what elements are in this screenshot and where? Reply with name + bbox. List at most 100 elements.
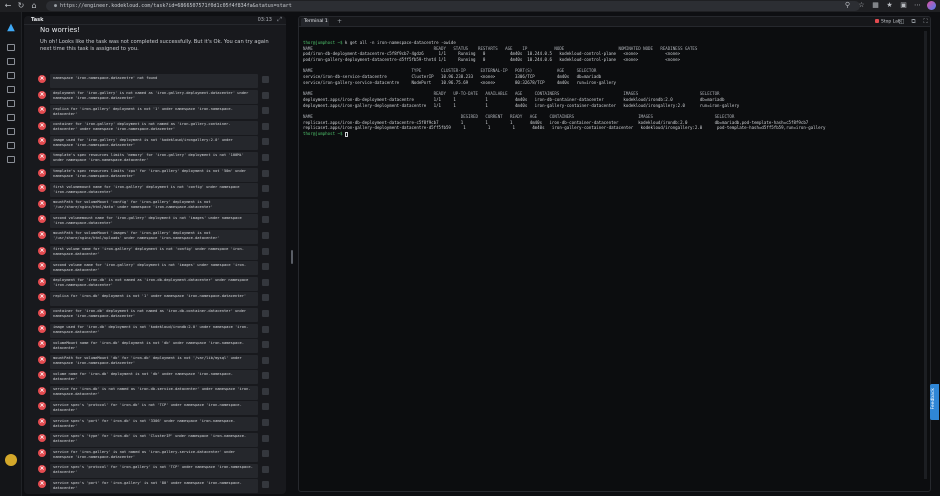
copy-icon[interactable] [262,325,269,333]
copy-icon[interactable] [262,465,269,473]
error-item: × first volume name for 'iron-gallery' de… [38,245,286,262]
user-avatar[interactable] [5,454,17,466]
error-item: × volume name for 'iron-db' deployment is… [38,370,286,386]
terminal-text: deployment.apps/iron-db-deployment-datac… [303,96,725,102]
docs-icon[interactable] [7,142,15,149]
copy-icon[interactable] [262,372,269,380]
error-item: × mountPath for volumeMount 'images' for … [38,229,286,246]
list-icon[interactable] [7,100,15,107]
error-item: × template's spec resources limits 'cpu' … [38,167,286,184]
copy-icon[interactable] [262,138,269,146]
help-icon[interactable] [7,128,15,135]
copy-icon[interactable] [262,247,269,255]
menu-icon[interactable]: ⋯ [913,1,922,10]
bookmark-star-icon[interactable]: ☆ [857,1,866,10]
collections-icon[interactable]: ▣ [899,1,908,10]
reload-icon[interactable]: ↻ [16,1,26,11]
error-icon: × [38,355,46,364]
error-text: template's spec resources limits 'cpu' f… [50,167,258,182]
extensions-icon[interactable]: ▦ [871,1,880,10]
chart-icon[interactable] [7,114,15,121]
copy-icon[interactable] [262,107,269,115]
copy-icon[interactable] [262,356,269,364]
copy-icon[interactable] [262,216,269,224]
error-item: × service for 'iron-gallery' is not named… [38,448,286,464]
popout-icon[interactable]: ⧉ [910,18,917,25]
error-icon: × [38,293,46,302]
error-text: mountPath for volumeMount 'config' for '… [50,198,258,213]
error-icon: × [38,137,46,146]
home-icon[interactable] [7,44,15,51]
copy-icon[interactable] [262,309,269,317]
kodekloud-logo[interactable]: ▲ [4,22,18,34]
error-text: replica for 'iron-gallery' deployment is… [50,105,258,120]
copy-icon[interactable] [262,200,269,208]
task-panel-header: Task 03:13 ⤢ [24,16,286,25]
calendar-icon[interactable] [7,86,15,93]
terminal-actions: ◫ ⧉ ⛶ [898,18,929,25]
error-item: × mountPath for volumeMount 'config' for … [38,198,286,215]
error-item: × deployment for 'iron-gallery' is not na… [38,89,286,106]
home-icon[interactable]: ⌂ [29,1,39,11]
tab-terminal-1[interactable]: Terminal 1 [301,18,329,26]
split-icon[interactable]: ◫ [898,18,905,25]
error-item: × service spec's 'protocol' for 'iron-db'… [38,401,286,417]
error-item: × service spec's 'type' for 'iron-db' is … [38,432,286,449]
copy-icon[interactable] [262,419,269,427]
profile-avatar[interactable] [927,1,936,10]
bulb-icon[interactable] [7,72,15,79]
copy-icon[interactable] [262,76,269,83]
expand-icon[interactable]: ⤢ [277,16,282,24]
error-icon: × [38,402,46,411]
error-icon: × [38,106,46,115]
copy-icon[interactable] [262,403,269,411]
error-text: container for 'iron-db' deployment is no… [50,307,258,322]
terminal-text: replicaset.apps/iron-db-deployment-datac… [303,119,809,125]
terminal-output[interactable]: thor@jumphost ~$ k get all -n iron-names… [303,40,923,137]
copy-icon[interactable] [262,122,269,130]
copy-icon[interactable] [262,294,269,302]
copy-icon[interactable] [262,231,269,239]
zoom-icon[interactable]: ⚲ [843,1,852,10]
error-text: mountPath for volumeMount 'db' for 'iron… [50,354,258,369]
copy-icon[interactable] [262,434,269,442]
terminal-scrollbar[interactable] [924,31,927,479]
copy-icon[interactable] [262,169,269,177]
copy-icon[interactable] [262,153,269,161]
copy-icon[interactable] [262,387,269,395]
error-icon: × [38,199,46,208]
error-icon: × [38,464,46,473]
panel-resize-handle[interactable] [291,250,293,264]
error-item: × service spec's 'port' for 'iron-db' is … [38,417,286,433]
copy-icon[interactable] [262,450,269,458]
error-text: namespace 'iron-namespace-datacentre' no… [50,74,258,88]
address-bar[interactable]: ● https://engineer.kodekloud.com/task?id=… [46,1,860,11]
tasks-icon[interactable] [7,58,15,65]
stop-lab-button[interactable]: Stop Lab [875,19,901,25]
error-text: second volumemount name for 'iron-galler… [50,214,258,229]
feedback-button[interactable]: Feedback [930,384,939,420]
copy-icon[interactable] [262,263,269,271]
error-item: × container for 'iron-db' deployment is n… [38,307,286,324]
error-item: × service spec's 'port' for 'iron-gallery… [38,479,286,494]
error-item: × second volumemount name for 'iron-galle… [38,214,286,230]
back-icon[interactable]: ← [3,1,13,11]
copy-icon[interactable] [262,341,269,349]
settings-icon[interactable] [7,156,15,163]
error-text: service spec's 'type' for 'iron-db' is n… [50,432,258,447]
error-text: service spec's 'protocol' for 'iron-gall… [50,463,258,478]
copy-icon[interactable] [262,91,269,99]
error-item: × replica for 'iron-db' deployment is not… [38,292,286,308]
error-text: service for 'iron-db' is not named as 'i… [50,385,258,400]
copy-icon[interactable] [262,278,269,286]
error-item: × image used for 'iron-db' deployment is … [38,323,286,340]
copy-icon[interactable] [262,481,269,489]
terminal-tabbar: Terminal 1 + Stop Lab ◫ ⧉ ⛶ [299,17,930,27]
terminal-text: k get all -n iron-namespace-datacentre -… [342,40,456,45]
new-terminal-button[interactable]: + [337,18,342,25]
favorites-icon[interactable]: ★ [885,1,894,10]
error-icon: × [38,184,46,193]
copy-icon[interactable] [262,185,269,193]
fullscreen-icon[interactable]: ⛶ [922,18,929,25]
tab-task[interactable]: Task [31,17,43,23]
